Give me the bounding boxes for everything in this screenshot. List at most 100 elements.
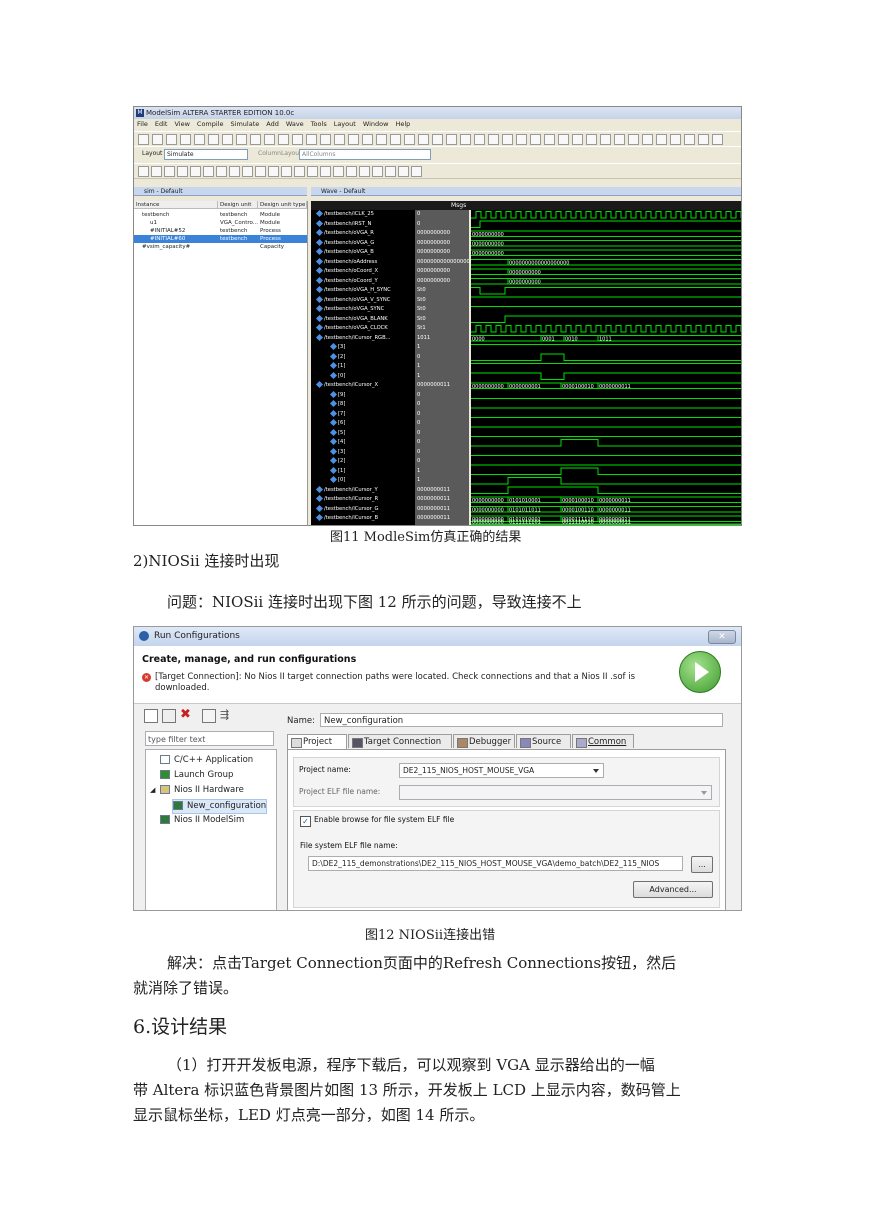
waveform-display[interactable]: 0000000000000000000000000000000000000000… (471, 210, 741, 525)
toolbar-button-icon[interactable] (151, 166, 162, 177)
menu-tools[interactable]: Tools (311, 120, 327, 128)
signal-name[interactable]: /testbench/iCursor_B (315, 513, 378, 523)
toolbar-button-icon[interactable] (376, 134, 387, 145)
menu-layout[interactable]: Layout (334, 120, 356, 128)
config-tree-item[interactable]: Nios II ModelSim (160, 814, 244, 827)
menu-edit[interactable]: Edit (155, 120, 168, 128)
sim-column-header[interactable]: Design unit (218, 201, 258, 209)
toolbar-button-icon[interactable] (398, 166, 409, 177)
column-layout-select[interactable]: AllColumns (299, 149, 431, 160)
toolbar-button-icon[interactable] (544, 134, 555, 145)
toolbar-button-icon[interactable] (138, 166, 149, 177)
tab-source[interactable]: Source (516, 734, 571, 748)
browse-button[interactable]: ... (691, 856, 713, 873)
toolbar-button-icon[interactable] (372, 166, 383, 177)
signal-name[interactable]: [2] (329, 352, 345, 362)
toolbar-button-icon[interactable] (348, 134, 359, 145)
toolbar-button-icon[interactable] (194, 134, 205, 145)
toolbar-button-icon[interactable] (236, 134, 247, 145)
sim-column-header[interactable]: Instance (134, 201, 218, 209)
menu-window[interactable]: Window (363, 120, 389, 128)
signal-name[interactable]: /testbench/oCoord_X (315, 266, 378, 276)
toolbar-button-icon[interactable] (362, 134, 373, 145)
toolbar-button-icon[interactable] (306, 134, 317, 145)
sim-tree-row[interactable]: #vsim_capacity# Capacity (134, 243, 307, 251)
toolbar-button-icon[interactable] (264, 134, 275, 145)
toolbar-button-icon[interactable] (180, 134, 191, 145)
signal-name[interactable]: [1] (329, 466, 345, 476)
toolbar-button-icon[interactable] (488, 134, 499, 145)
toolbar-button-icon[interactable] (502, 134, 513, 145)
signal-name[interactable]: /testbench/iCursor_R (315, 494, 378, 504)
menu-simulate[interactable]: Simulate (231, 120, 260, 128)
filter-icon[interactable]: ⇶ (220, 709, 232, 721)
toolbar-button-icon[interactable] (572, 134, 583, 145)
signal-name[interactable]: /testbench/oVGA_V_SYNC (315, 295, 390, 305)
signal-name[interactable]: [0] (329, 475, 345, 485)
signal-name[interactable]: [3] (329, 342, 345, 352)
signal-name[interactable]: [5] (329, 428, 345, 438)
toolbar-button-icon[interactable] (320, 166, 331, 177)
toolbar-button-icon[interactable] (222, 134, 233, 145)
signal-name[interactable]: /testbench/oVGA_BLANK (315, 314, 388, 324)
signal-name[interactable]: [1] (329, 361, 345, 371)
collapse-all-icon[interactable] (202, 709, 216, 723)
signal-name[interactable]: [0] (329, 371, 345, 381)
menu-add[interactable]: Add (266, 120, 279, 128)
tab-project[interactable]: Project (287, 734, 347, 749)
signal-name[interactable]: /testbench/oVGA_CLOCK (315, 323, 388, 333)
toolbar-button-icon[interactable] (656, 134, 667, 145)
tab-target-connection[interactable]: Target Connection (348, 734, 452, 748)
toolbar-button-icon[interactable] (190, 166, 201, 177)
toolbar-button-icon[interactable] (446, 134, 457, 145)
signal-name[interactable]: [8] (329, 399, 345, 409)
toolbar-button-icon[interactable] (642, 134, 653, 145)
signal-name[interactable]: /testbench/iCursor_G (315, 504, 378, 514)
signal-name[interactable]: /testbench/iCursor_RGB... (315, 333, 391, 343)
signal-name[interactable]: /testbench/oVGA_R (315, 228, 374, 238)
toolbar-button-icon[interactable] (385, 166, 396, 177)
toolbar-button-icon[interactable] (164, 166, 175, 177)
menu-file[interactable]: File (137, 120, 148, 128)
config-tree-item[interactable]: ◢ Nios II Hardware (150, 784, 244, 797)
menu-help[interactable]: Help (395, 120, 410, 128)
toolbar-button-icon[interactable] (229, 166, 240, 177)
name-input[interactable]: New_configuration (320, 713, 723, 727)
signal-name[interactable]: /testbench/iCursor_X (315, 380, 378, 390)
toolbar-button-icon[interactable] (516, 134, 527, 145)
sim-tree-row[interactable]: u1 VGA_Contro... Module (134, 219, 307, 227)
signal-name[interactable]: [2] (329, 456, 345, 466)
toolbar-button-icon[interactable] (268, 166, 279, 177)
close-button[interactable]: ✕ (708, 630, 736, 644)
delete-icon[interactable]: ✖ (180, 708, 192, 721)
project-name-select[interactable]: DE2_115_NIOS_HOST_MOUSE_VGA (399, 763, 604, 778)
toolbar-button-icon[interactable] (177, 166, 188, 177)
toolbar-button-icon[interactable] (684, 134, 695, 145)
advanced-button[interactable]: Advanced... (633, 881, 713, 898)
toolbar-button-icon[interactable] (628, 134, 639, 145)
signal-name[interactable]: [9] (329, 390, 345, 400)
toolbar-button-icon[interactable] (294, 166, 305, 177)
expand-arrow-icon[interactable]: ◢ (150, 784, 155, 797)
toolbar-button-icon[interactable] (460, 134, 471, 145)
toolbar-button-icon[interactable] (250, 134, 261, 145)
sim-tree-row[interactable]: testbench testbench Module (134, 211, 307, 219)
toolbar-button-icon[interactable] (320, 134, 331, 145)
filter-input[interactable]: type filter text (145, 731, 274, 746)
signal-name[interactable]: /testbench/oVGA_B (315, 247, 374, 257)
layout-select[interactable]: Simulate (164, 149, 248, 160)
signal-name[interactable]: /testbench/oAddress (315, 257, 377, 267)
menu-view[interactable]: View (174, 120, 189, 128)
toolbar-button-icon[interactable] (152, 134, 163, 145)
tab-debugger[interactable]: Debugger (453, 734, 515, 748)
toolbar-button-icon[interactable] (255, 166, 266, 177)
toolbar-button-icon[interactable] (346, 166, 357, 177)
signal-name[interactable]: [6] (329, 418, 345, 428)
signal-name[interactable]: [7] (329, 409, 345, 419)
signal-name[interactable]: /testbench/oVGA_SYNC (315, 304, 384, 314)
toolbar-button-icon[interactable] (600, 134, 611, 145)
toolbar-button-icon[interactable] (216, 166, 227, 177)
toolbar-button-icon[interactable] (242, 166, 253, 177)
toolbar-button-icon[interactable] (404, 134, 415, 145)
duplicate-icon[interactable] (162, 709, 176, 723)
